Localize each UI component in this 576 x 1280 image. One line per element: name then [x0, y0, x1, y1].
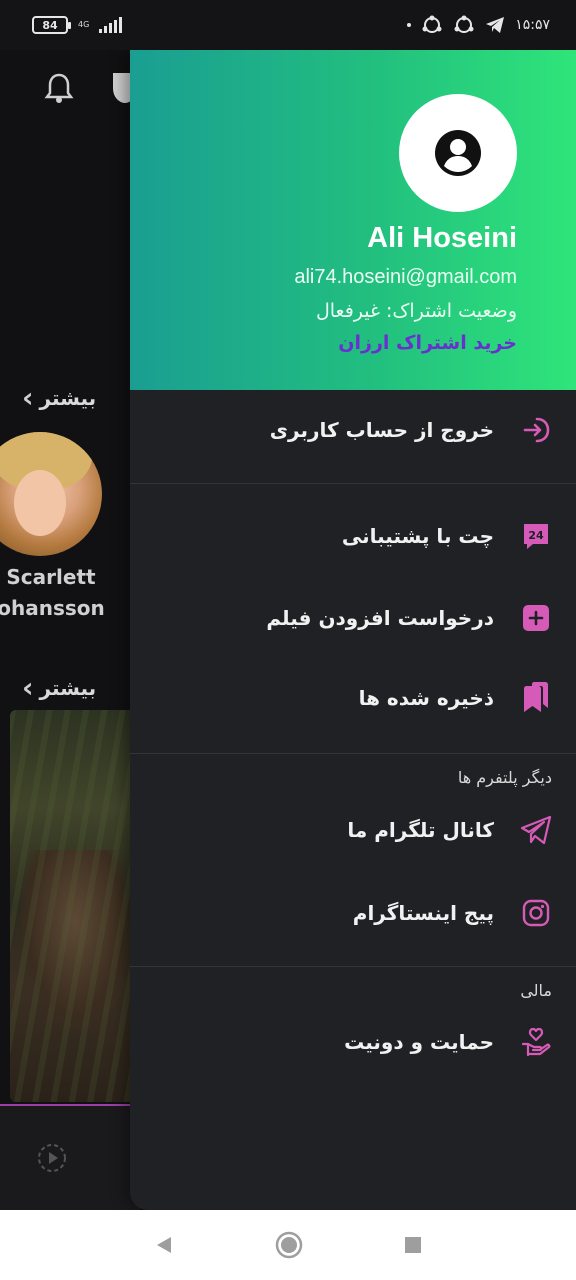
instagram-icon: [520, 897, 552, 929]
menu-item-saved[interactable]: ذخیره شده ها: [130, 668, 576, 728]
buy-subscription-link[interactable]: خرید اشتراک ارزان: [338, 332, 517, 354]
celebrity-photo[interactable]: [0, 432, 102, 556]
celebrity-name[interactable]: Scarlett ohansson: [0, 562, 106, 624]
user-icon: [435, 130, 481, 176]
notification-dot-icon: [407, 23, 412, 27]
chevron-left-icon: ‹: [22, 671, 34, 704]
menu-item-request-movie[interactable]: درخواست افزودن فیلم: [130, 588, 576, 648]
more-link-1[interactable]: ‹ بیشتر: [22, 384, 96, 412]
drawer-header: Ali Hoseini ali74.hoseini@gmail.com وضعی…: [130, 50, 576, 390]
support-badge-text: 24: [528, 529, 544, 542]
avatar[interactable]: [399, 94, 517, 212]
logout-icon: [520, 414, 552, 446]
bookmarks-icon: [520, 682, 552, 714]
chevron-left-icon: ‹: [22, 381, 34, 414]
movie-poster[interactable]: [10, 710, 140, 1102]
more-link-2[interactable]: ‹ بیشتر: [22, 674, 96, 702]
menu-item-label: کانال تلگرام ما: [347, 818, 494, 842]
back-icon[interactable]: [153, 1234, 175, 1256]
subscription-status: وضعیت اشتراک: غیرفعال: [315, 300, 517, 322]
status-bar: 84 4G ۱۵:۵۷: [0, 0, 576, 50]
add-box-icon: [520, 602, 552, 634]
menu-item-label: حمایت و دونیت: [344, 1030, 494, 1054]
clock: ۱۵:۵۷: [515, 17, 550, 33]
menu-item-label: چت با پشتیبانی: [341, 524, 494, 548]
menu-item-label: پیج اینستاگرام: [352, 901, 494, 925]
navigation-drawer: Ali Hoseini ali74.hoseini@gmail.com وضعی…: [130, 50, 576, 1210]
donate-heart-hand-icon: [520, 1026, 552, 1058]
menu-item-label: درخواست افزودن فیلم: [266, 606, 494, 630]
recents-icon[interactable]: [403, 1235, 423, 1255]
home-icon[interactable]: [275, 1231, 303, 1259]
bottom-nav: [0, 1106, 140, 1210]
divider: [130, 483, 576, 484]
section-title-platforms: دیگر پلتفرم ها: [457, 768, 552, 787]
section-title-financial: مالی: [520, 981, 552, 1000]
menu-item-instagram[interactable]: پیج اینستاگرام: [130, 883, 576, 943]
signal-icon: [99, 17, 123, 33]
sync-icon: [422, 15, 442, 33]
sync-icon-2: [454, 15, 474, 33]
user-email: ali74.hoseini@gmail.com: [294, 266, 517, 288]
network-type: 4G: [78, 20, 90, 29]
play-circle-icon[interactable]: [36, 1142, 68, 1174]
telegram-status-icon: [486, 17, 505, 33]
menu-item-telegram[interactable]: کانال تلگرام ما: [130, 800, 576, 860]
menu-item-donate[interactable]: حمایت و دونیت: [130, 1012, 576, 1072]
divider: [130, 753, 576, 754]
menu-item-label: خروج از حساب کاربری: [269, 418, 494, 442]
menu-item-support-chat[interactable]: چت با پشتیبانی 24: [130, 506, 576, 566]
divider: [130, 966, 576, 967]
menu-item-logout[interactable]: خروج از حساب کاربری: [130, 400, 576, 460]
system-nav-bar: [0, 1210, 576, 1280]
chat-24-icon: 24: [520, 520, 552, 552]
telegram-icon: [520, 814, 552, 846]
user-name: Ali Hoseini: [367, 222, 517, 254]
menu-item-label: ذخیره شده ها: [358, 686, 494, 710]
bell-icon[interactable]: [44, 72, 74, 104]
battery-indicator: 84: [32, 16, 71, 34]
